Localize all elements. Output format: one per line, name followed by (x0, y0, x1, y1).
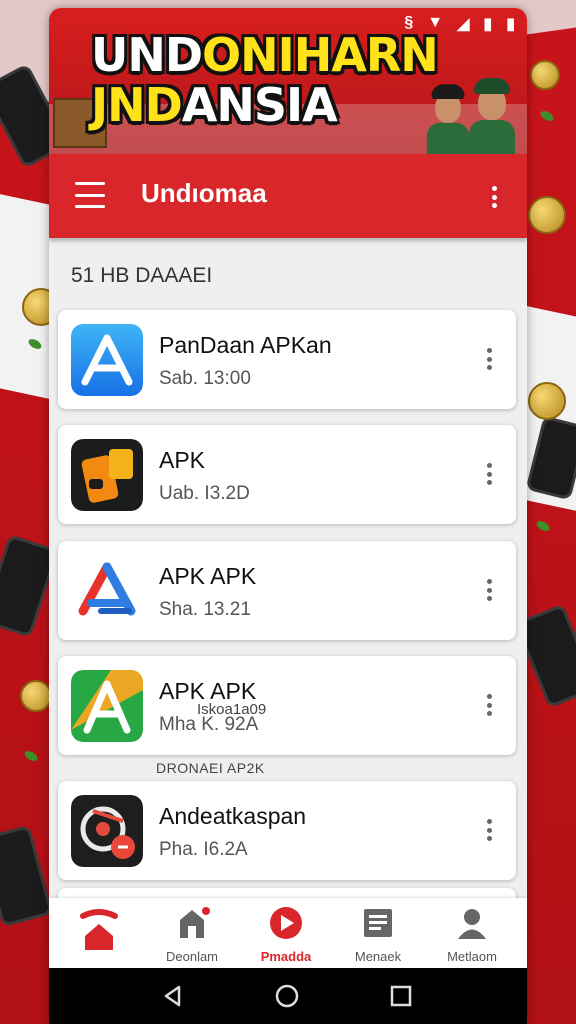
app-name: APK APK (159, 563, 257, 589)
item-more-icon[interactable] (486, 819, 492, 841)
orange-phone-icon (71, 439, 143, 511)
coin-decoration (530, 60, 560, 90)
app-list-item[interactable]: APK APK Mha K. 92A (58, 656, 516, 755)
app-title: Undıomaa (141, 178, 267, 208)
nav-play[interactable]: Pmadda (241, 906, 331, 964)
phone-decoration (0, 824, 54, 928)
app-bar: Undıomaa (49, 154, 527, 238)
app-name: Andeatkaspan (159, 803, 307, 829)
back-icon[interactable] (161, 984, 185, 1008)
home-button-icon[interactable] (275, 984, 299, 1008)
overlap-label: Iskoa1a09 (197, 701, 267, 718)
app-name: APK (159, 447, 206, 473)
person-figure (426, 81, 470, 154)
app-list-item[interactable]: APK APK Sha. 13.21 (58, 541, 516, 640)
coin-decoration (528, 196, 566, 234)
app-name: PanDaan APKan (159, 332, 332, 358)
system-navigation-bar (49, 968, 527, 1024)
banner-title-part: JND (91, 78, 183, 132)
banner-people-illustration (425, 70, 521, 154)
group-label: DRONAEI AP2K (156, 760, 265, 776)
disc-icon (71, 795, 143, 867)
bottom-navigation: Deonlam Pmadda Menaek Metlaom (49, 898, 527, 968)
app-list-item[interactable]: PanDaan APKan Sab. 13:00 (58, 310, 516, 409)
nav-store[interactable]: Deonlam (147, 906, 237, 964)
store-icon (147, 906, 237, 943)
coin-decoration (528, 382, 566, 420)
app-list-item[interactable]: APK Uab. I3.2D (58, 425, 516, 524)
app-meta: Sha. 13.21 (159, 599, 251, 620)
app-store-a-icon (71, 324, 143, 396)
leaf-decoration (534, 519, 552, 533)
banner-title-part: ANSIA (181, 78, 338, 132)
nav-documents[interactable]: Menaek (333, 906, 423, 964)
item-more-icon[interactable] (486, 348, 492, 370)
item-more-icon[interactable] (486, 463, 492, 485)
app-screen: § ▼ ◢ ▮ ▮ UNDONIHARN JNDANSIA Undıomaa 5… (49, 8, 527, 1024)
nav-label: Pmadda (260, 949, 312, 964)
nav-label: Menaek (354, 949, 402, 964)
item-more-icon[interactable] (486, 579, 492, 601)
nav-profile[interactable]: Metlaom (427, 906, 517, 964)
banner-title: UNDONIHARN JNDANSIA (91, 28, 439, 130)
leaf-decoration (22, 749, 40, 763)
more-options-icon[interactable] (491, 186, 497, 208)
person-figure (469, 74, 515, 154)
green-a-icon (71, 670, 143, 742)
banner-title-part: ONIHARN (202, 28, 439, 82)
nav-label: Metlaom (447, 949, 497, 964)
hamburger-menu-icon[interactable] (75, 182, 105, 208)
battery-icon: ▮ (506, 16, 515, 33)
home-icon (54, 906, 144, 955)
app-meta: Uab. I3.2D (159, 483, 250, 504)
banner-title-part: UND (91, 28, 203, 82)
coin-decoration (20, 680, 52, 712)
document-icon (333, 906, 423, 943)
triangle-a-icon (71, 555, 143, 627)
person-icon (427, 906, 517, 943)
promo-banner: § ▼ ◢ ▮ ▮ UNDONIHARN JNDANSIA (49, 8, 527, 154)
recents-icon[interactable] (389, 984, 413, 1008)
app-meta: Sab. 13:00 (159, 368, 251, 389)
signal-icon: ◢ (457, 16, 470, 33)
leaf-decoration (538, 109, 556, 123)
section-header: 51 HB DAAAEI (71, 264, 213, 287)
app-meta: Pha. I6.2A (159, 839, 248, 860)
sim-icon: ▮ (483, 16, 493, 33)
nav-home[interactable] (54, 906, 144, 961)
play-icon (241, 906, 331, 943)
item-more-icon[interactable] (486, 694, 492, 716)
banner-title-line2: JNDANSIA (91, 80, 438, 130)
app-list-item[interactable]: Andeatkaspan Pha. I6.2A (58, 781, 516, 880)
banner-title-line1: UNDONIHARN (91, 28, 439, 82)
nav-label: Deonlam (165, 949, 219, 964)
